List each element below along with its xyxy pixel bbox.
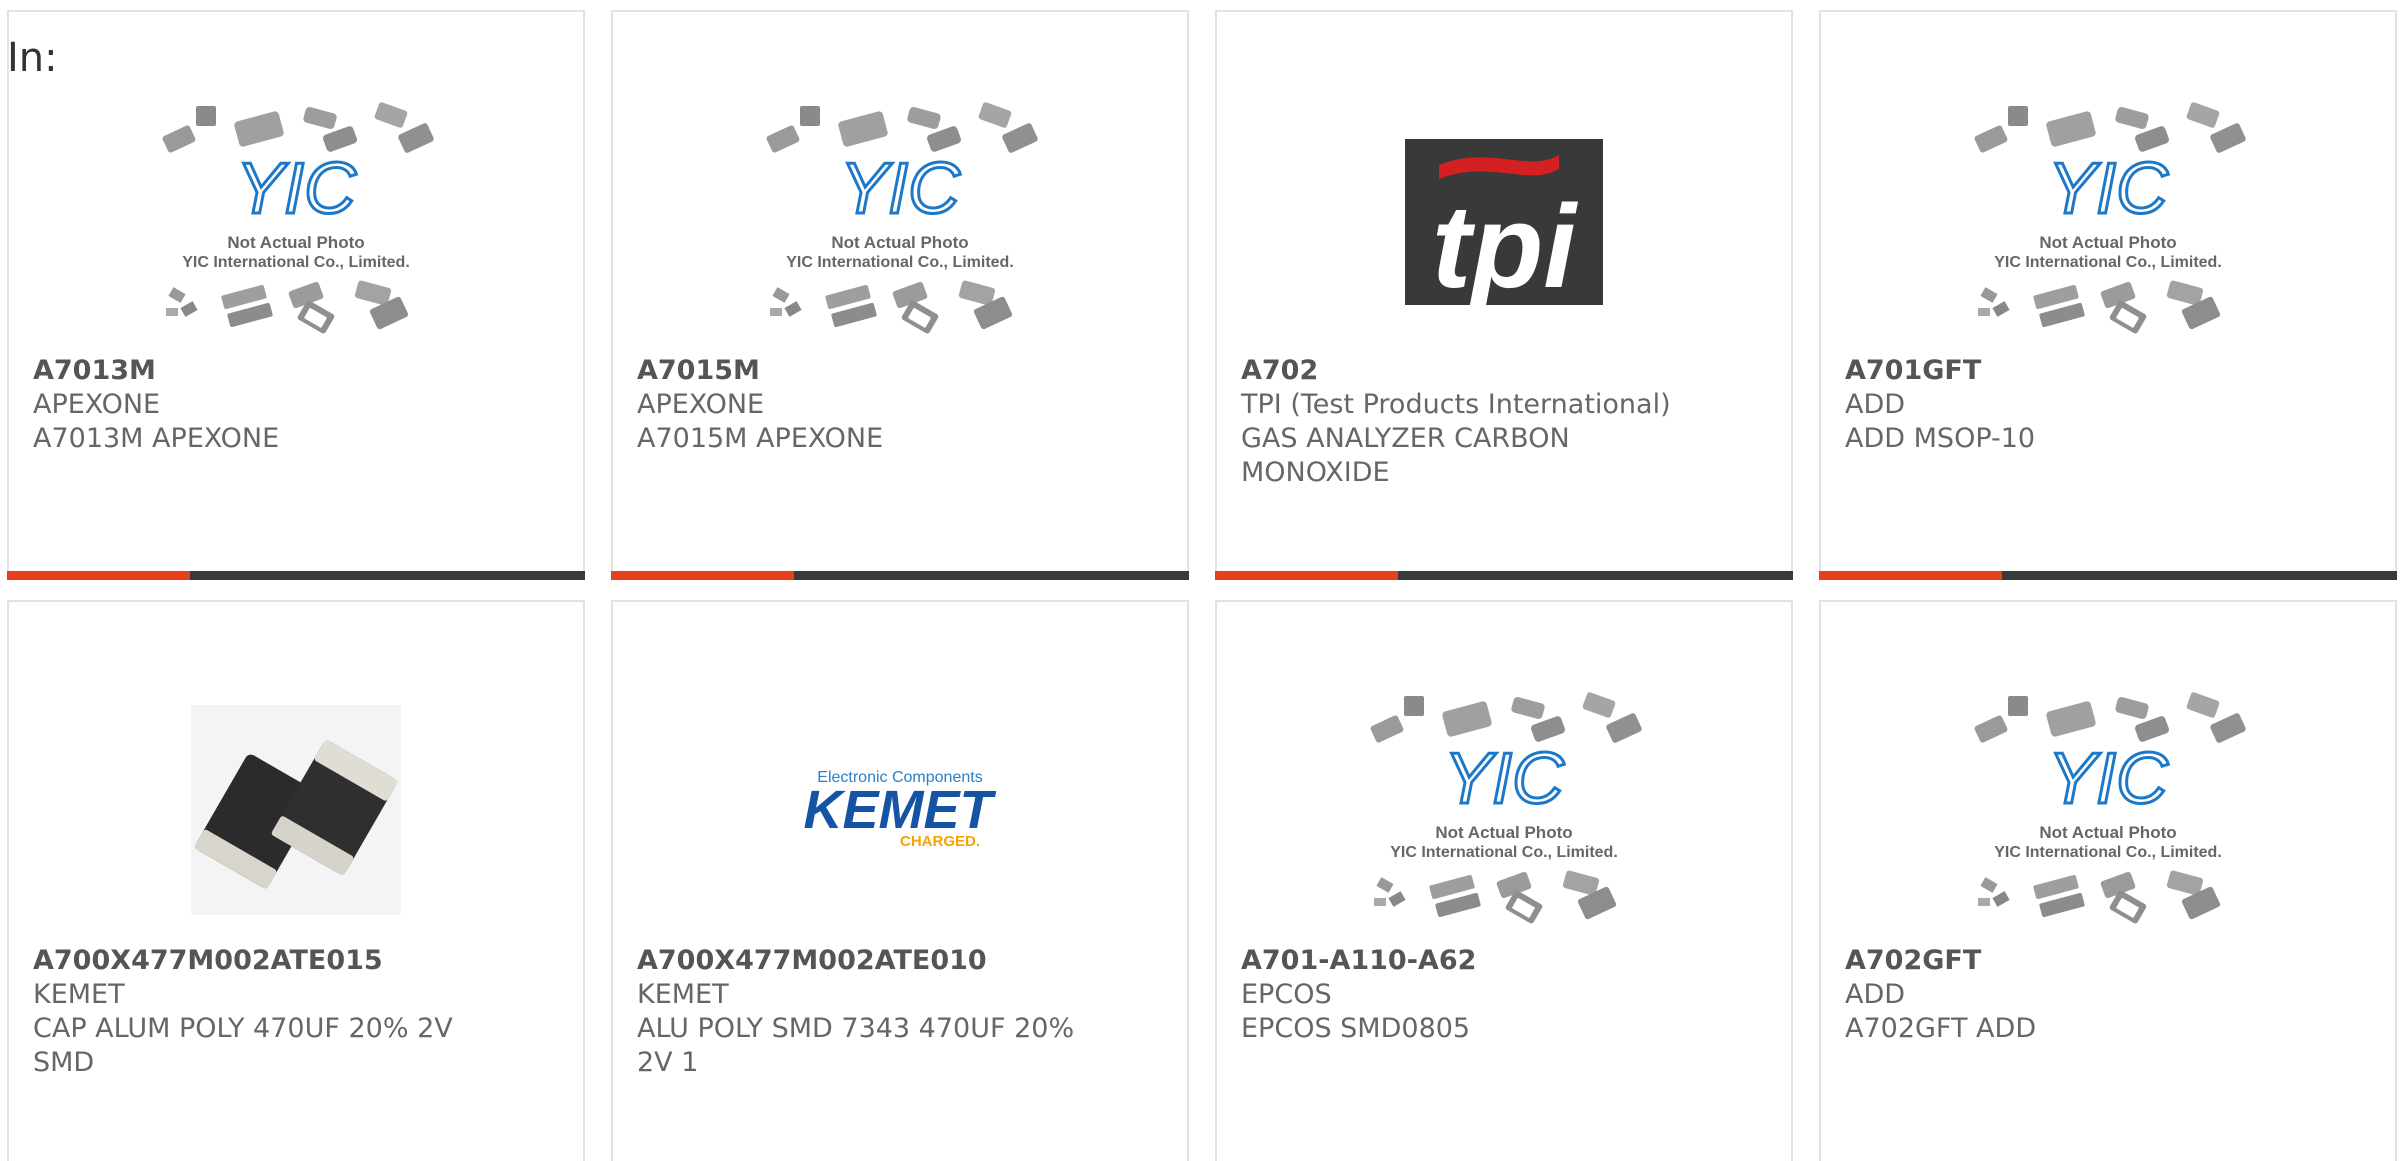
product-image[interactable]: tpi	[1217, 90, 1791, 350]
svg-text:CHARGED.: CHARGED.	[900, 833, 980, 850]
description: A7013M APEXONE	[33, 423, 280, 454]
manufacturer: KEMET	[33, 979, 125, 1010]
product-image[interactable]	[9, 680, 583, 940]
part-number[interactable]: A700X477M002ATE015	[33, 944, 493, 978]
manufacturer: TPI (Test Products International)	[1241, 389, 1671, 420]
product-image[interactable]: YIC Not Actual Photo YIC International C…	[613, 90, 1187, 350]
tpi-logo: tpi	[1405, 139, 1603, 313]
product-image[interactable]: YIC Not Actual Photo YIC International C…	[1821, 680, 2395, 940]
manufacturer: KEMET	[637, 979, 729, 1010]
svg-text:YIC International Co., Limited: YIC International Co., Limited.	[1994, 254, 2222, 271]
manufacturer: APEXONE	[637, 389, 765, 420]
not-actual-photo-placeholder: YIC Not Actual Photo YIC International C…	[1973, 691, 2247, 925]
description: ADD MSOP-10	[1845, 423, 2036, 454]
not-actual-photo-placeholder: YIC Not Actual Photo YIC International C…	[1369, 691, 1643, 925]
manufacturer: APEXONE	[33, 389, 161, 420]
svg-text:YIC International Co., Limited: YIC International Co., Limited.	[786, 254, 1014, 271]
product-card[interactable]: tpi A702 TPI (Test Products Internationa…	[1215, 10, 1793, 580]
product-image[interactable]: YIC Not Actual Photo YIC International C…	[1821, 90, 2395, 350]
product-grid-page: In: YIC Not Actual Photo YIC Internation…	[0, 0, 2400, 1161]
svg-text:Not Actual Photo: Not Actual Photo	[831, 233, 968, 252]
part-number[interactable]: A702GFT	[1845, 944, 2305, 978]
svg-text:Not Actual Photo: Not Actual Photo	[1435, 823, 1572, 842]
svg-text:YIC International Co., Limited: YIC International Co., Limited.	[1390, 844, 1618, 861]
svg-text:KEMET: KEMET	[804, 780, 997, 840]
product-image[interactable]: Electronic Components KEMET CHARGED.	[613, 680, 1187, 940]
smd-capacitor-photo	[191, 705, 401, 915]
product-card[interactable]: A700X477M002ATE015 KEMET CAP ALUM POLY 4…	[7, 600, 585, 1161]
svg-text:Not Actual Photo: Not Actual Photo	[2039, 233, 2176, 252]
svg-text:YIC International Co., Limited: YIC International Co., Limited.	[1994, 844, 2222, 861]
svg-text:tpi: tpi	[1432, 181, 1578, 313]
manufacturer: ADD	[1845, 389, 1906, 420]
svg-text:YIC: YIC	[840, 149, 961, 229]
description: A702GFT ADD	[1845, 1013, 2037, 1044]
product-image[interactable]: YIC Not Actual Photo YIC International C…	[1217, 680, 1791, 940]
manufacturer: ADD	[1845, 979, 1906, 1010]
not-actual-photo-placeholder: YIC Not Actual Photo YIC International C…	[161, 101, 435, 335]
product-card[interactable]: YIC Not Actual Photo YIC International C…	[611, 10, 1189, 580]
description: EPCOS SMD0805	[1241, 1013, 1471, 1044]
part-number[interactable]: A700X477M002ATE010	[637, 944, 1097, 978]
part-number[interactable]: A702	[1241, 354, 1701, 388]
kemet-logo: Electronic Components KEMET CHARGED.	[804, 769, 997, 850]
card-accent-bar	[1819, 571, 2397, 580]
svg-text:YIC: YIC	[2048, 149, 2169, 229]
description: A7015M APEXONE	[637, 423, 884, 454]
card-accent-bar	[1215, 571, 1793, 580]
description: ALU POLY SMD 7343 470UF 20% 2V 1	[637, 1013, 1075, 1078]
product-card[interactable]: YIC Not Actual Photo YIC International C…	[1819, 600, 2397, 1161]
description: CAP ALUM POLY 470UF 20% 2V SMD	[33, 1013, 453, 1078]
not-actual-photo-placeholder: YIC Not Actual Photo YIC International C…	[765, 101, 1039, 335]
part-number[interactable]: A7015M	[637, 354, 1097, 388]
not-actual-photo-placeholder: YIC Not Actual Photo YIC International C…	[1973, 101, 2247, 335]
svg-text:YIC: YIC	[236, 149, 357, 229]
part-number[interactable]: A701-A110-A62	[1241, 944, 1701, 978]
description: GAS ANALYZER CARBON MONOXIDE	[1241, 423, 1570, 488]
card-accent-bar	[611, 571, 1189, 580]
in-label: In:	[7, 35, 58, 81]
manufacturer: EPCOS	[1241, 979, 1332, 1010]
svg-text:Not Actual Photo: Not Actual Photo	[2039, 823, 2176, 842]
part-number[interactable]: A701GFT	[1845, 354, 2305, 388]
part-number[interactable]: A7013M	[33, 354, 493, 388]
product-image[interactable]: YIC Not Actual Photo YIC International C…	[9, 90, 583, 350]
svg-text:YIC International Co., Limited: YIC International Co., Limited.	[182, 254, 410, 271]
svg-text:YIC: YIC	[1444, 739, 1565, 819]
product-card[interactable]: YIC Not Actual Photo YIC International C…	[1819, 10, 2397, 580]
svg-text:Not Actual Photo: Not Actual Photo	[227, 233, 364, 252]
product-card[interactable]: Electronic Components KEMET CHARGED. A70…	[611, 600, 1189, 1161]
card-accent-bar	[7, 571, 585, 580]
product-card[interactable]: YIC Not Actual Photo YIC International C…	[7, 10, 585, 580]
product-card[interactable]: YIC Not Actual Photo YIC International C…	[1215, 600, 1793, 1161]
svg-text:YIC: YIC	[2048, 739, 2169, 819]
